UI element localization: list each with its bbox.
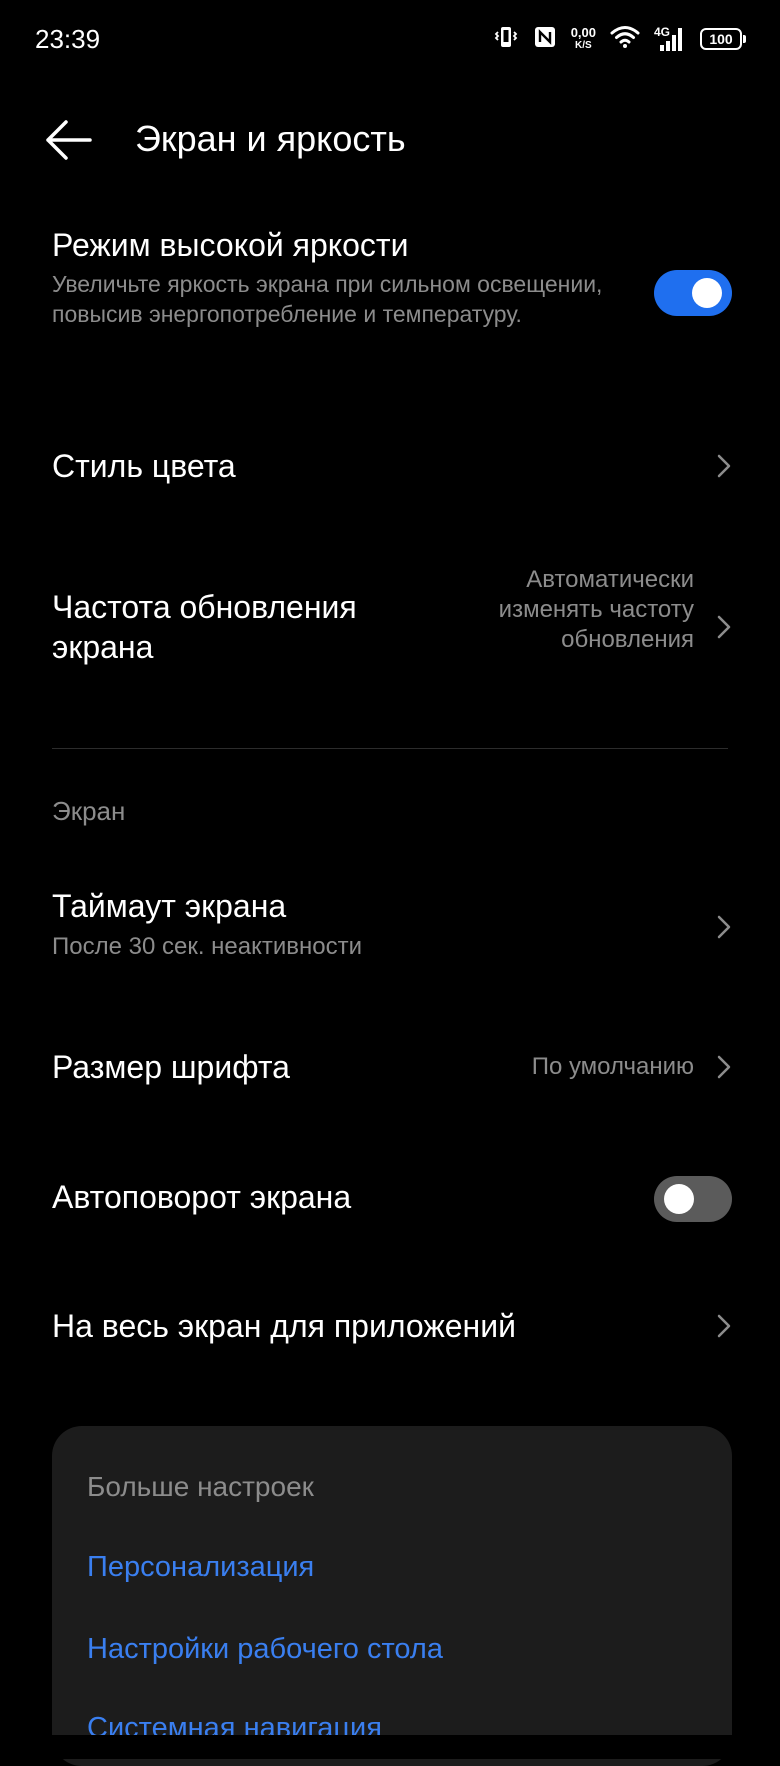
net-speed-unit: K/S xyxy=(575,40,592,51)
battery-level: 100 xyxy=(700,28,742,50)
auto-rotate-row[interactable]: Автоповорот экрана xyxy=(52,1176,732,1222)
back-button[interactable] xyxy=(44,118,96,162)
net-speed: 0,00 K/S xyxy=(571,26,596,52)
more-settings-card: Больше настроек Персонализация Настройки… xyxy=(52,1426,732,1766)
battery-icon: 100 xyxy=(700,28,746,50)
chevron-right-icon xyxy=(717,915,731,939)
chevron-right-icon xyxy=(717,454,731,478)
back-arrow-icon xyxy=(46,120,92,160)
screen-timeout-title: Таймаут экрана xyxy=(52,888,287,924)
wifi-icon xyxy=(610,25,640,54)
status-time: 23:39 xyxy=(35,24,101,54)
refresh-rate-row[interactable]: Частота обновления экрана Автоматически … xyxy=(52,565,732,690)
signal-icon: 4G xyxy=(654,25,686,53)
high-brightness-row[interactable]: Режим высокой яркости Увеличьте яркость … xyxy=(52,225,732,375)
status-bar: 23:39 0,00 K/S 4G 100 xyxy=(0,0,780,80)
font-size-row[interactable]: Размер шрифта По умолчанию xyxy=(52,1047,732,1091)
high-brightness-title: Режим высокой яркости xyxy=(52,227,409,263)
chevron-right-icon xyxy=(717,1314,731,1338)
link-personalization[interactable]: Персонализация xyxy=(87,1551,314,1584)
high-brightness-description: Увеличьте яркость экрана при сильном осв… xyxy=(52,271,603,327)
font-size-value: По умолчанию xyxy=(531,1053,694,1080)
screen-timeout-row[interactable]: Таймаут экрана После 30 сек. неактивност… xyxy=(52,886,732,970)
more-settings-title: Больше настроек xyxy=(87,1471,314,1502)
chevron-right-icon xyxy=(717,615,731,639)
refresh-rate-value: Автоматически изменять частоту обновлени… xyxy=(498,566,694,653)
fullscreen-apps-row[interactable]: На весь экран для приложений xyxy=(52,1306,732,1350)
divider xyxy=(52,748,728,749)
auto-rotate-toggle[interactable] xyxy=(654,1176,732,1222)
status-icons: 0,00 K/S 4G 100 xyxy=(493,24,746,54)
refresh-rate-title: Частота обновления экрана xyxy=(52,589,357,665)
fullscreen-apps-title: На весь экран для приложений xyxy=(52,1308,516,1344)
net-speed-value: 0,00 xyxy=(570,25,596,40)
color-style-title: Стиль цвета xyxy=(52,448,236,484)
chevron-right-icon xyxy=(717,1055,731,1079)
vibrate-icon xyxy=(493,25,519,54)
section-label-screen: Экран xyxy=(52,796,126,826)
bottom-edge xyxy=(0,1735,780,1759)
link-home-screen-settings[interactable]: Настройки рабочего стола xyxy=(87,1633,443,1666)
nfc-icon xyxy=(533,25,557,54)
page-title: Экран и яркость xyxy=(135,118,406,159)
screen-timeout-value: После 30 сек. неактивности xyxy=(52,933,363,960)
auto-rotate-title: Автоповорот экрана xyxy=(52,1179,352,1215)
header: Экран и яркость xyxy=(0,100,780,180)
color-style-row[interactable]: Стиль цвета xyxy=(52,446,732,490)
high-brightness-toggle[interactable] xyxy=(654,270,732,316)
